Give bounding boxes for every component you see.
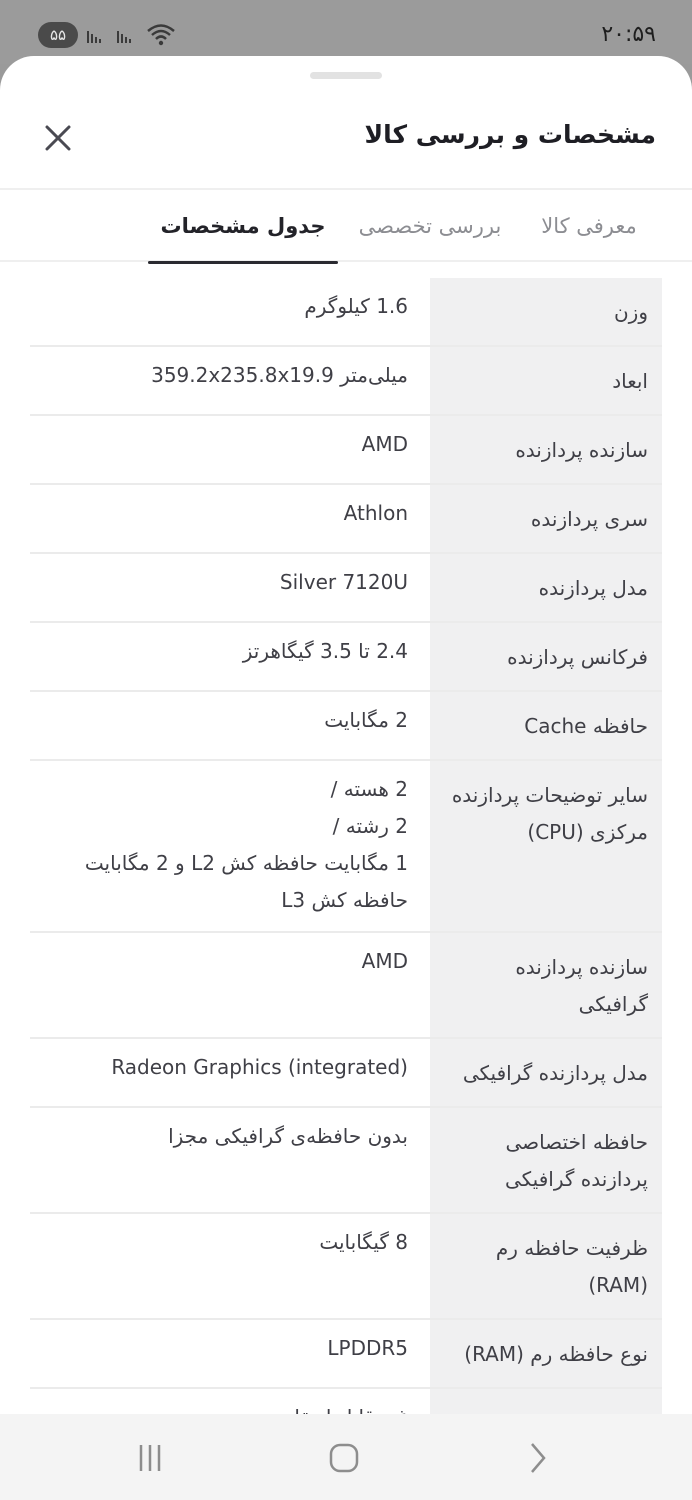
spec-row: مدل پردازنده گرافیکی Radeon Graphics (int… (30, 1039, 662, 1108)
spec-row: سری پردازنده Athlon (30, 485, 662, 554)
status-indicators: ۵۵ (38, 22, 176, 48)
tab-product-intro[interactable]: معرفی کالا (516, 190, 662, 262)
tab-spec-table[interactable]: جدول مشخصات (148, 190, 338, 264)
spec-key: فرکانس پردازنده (430, 623, 662, 690)
spec-bottom-sheet: مشخصات و بررسی کالا معرفی کالا بررسی تخص… (0, 56, 692, 1500)
home-icon (329, 1443, 359, 1473)
status-time: ۲۰:۵۹ (601, 22, 656, 47)
back-icon (531, 1443, 546, 1473)
recents-button[interactable] (128, 1436, 172, 1480)
spec-key: حافظه Cache (430, 692, 662, 759)
sheet-title: مشخصات و بررسی کالا (364, 120, 656, 149)
spec-row: حافظه اختصاصی پردازنده گرافیکی بدون حافظه… (30, 1108, 662, 1214)
home-button[interactable] (322, 1436, 366, 1480)
spec-value: AMD (361, 432, 408, 456)
spec-value: 1.6 کیلوگرم (304, 294, 408, 318)
spec-key: مدل پردازنده گرافیکی (430, 1039, 662, 1106)
spec-row: سازنده پردازنده AMD (30, 416, 662, 485)
spec-key: مدل پردازنده (430, 554, 662, 621)
spec-value: میلی‌متر 359.2x235.8x19.9 (151, 363, 408, 387)
spec-value: 8 گیگابایت (319, 1230, 408, 1254)
recents-icon (139, 1445, 161, 1471)
spec-key: نوع حافظه رم (RAM) (430, 1320, 662, 1387)
spec-key: ظرفیت حافظه رم (RAM) (430, 1214, 662, 1318)
spec-key: سازنده پردازنده (430, 416, 662, 483)
close-button[interactable] (38, 118, 78, 158)
tab-bar: معرفی کالا بررسی تخصصی جدول مشخصات (0, 190, 692, 264)
spec-row: ظرفیت حافظه رم (RAM) 8 گیگابایت (30, 1214, 662, 1320)
drag-handle[interactable] (310, 72, 382, 79)
spec-row: حافظه Cache 2 مگابایت (30, 692, 662, 761)
spec-row: ابعاد میلی‌متر 359.2x235.8x19.9 (30, 347, 662, 416)
spec-value: Silver 7120U (279, 570, 408, 594)
wifi-icon (147, 24, 175, 46)
spec-value: AMD (361, 949, 408, 973)
back-button[interactable] (514, 1436, 558, 1480)
spec-value: Radeon Graphics (integrated) (111, 1055, 408, 1079)
spec-row: سایر توضیحات پردازنده مرکزی (CPU) 2 هسته … (30, 761, 662, 933)
spec-table: وزن 1.6 کیلوگرم ابعاد میلی‌متر 359.2x235.8x… (30, 278, 662, 1495)
signal-icon (117, 31, 131, 43)
system-nav-bar (0, 1414, 692, 1500)
spec-value: LPDDR5 (327, 1336, 408, 1360)
spec-key: سایر توضیحات پردازنده مرکزی (CPU) (430, 761, 662, 931)
status-bar: ۵۵ ۲۰:۵۹ (0, 0, 692, 64)
tab-expert-review[interactable]: بررسی تخصصی (346, 190, 514, 262)
spec-row: سازنده پردازنده گرافیکی AMD (30, 933, 662, 1039)
spec-row: وزن 1.6 کیلوگرم (30, 278, 662, 347)
spec-key: سازنده پردازنده گرافیکی (430, 933, 662, 1037)
battery-indicator: ۵۵ (38, 22, 78, 48)
spec-key: ابعاد (430, 347, 662, 414)
spec-row: مدل پردازنده Silver 7120U (30, 554, 662, 623)
close-icon (45, 125, 71, 151)
spec-value: بدون حافظه‌ی گرافیکی مجزا (168, 1124, 408, 1148)
spec-key: وزن (430, 278, 662, 345)
sheet-header: مشخصات و بررسی کالا (0, 96, 692, 190)
signal-icon (87, 31, 101, 43)
spec-row: نوع حافظه رم (RAM) LPDDR5 (30, 1320, 662, 1389)
spec-value: 2.4 تا 3.5 گیگاهرتز (242, 639, 408, 663)
spec-value: Athlon (343, 501, 408, 525)
spec-value: 2 هسته / 2 رشته / 1 مگابایت حافظه کش L2 … (84, 777, 408, 912)
spec-value: 2 مگابایت (324, 708, 408, 732)
spec-key: سری پردازنده (430, 485, 662, 552)
spec-row: فرکانس پردازنده 2.4 تا 3.5 گیگاهرتز (30, 623, 662, 692)
spec-key: حافظه اختصاصی پردازنده گرافیکی (430, 1108, 662, 1212)
